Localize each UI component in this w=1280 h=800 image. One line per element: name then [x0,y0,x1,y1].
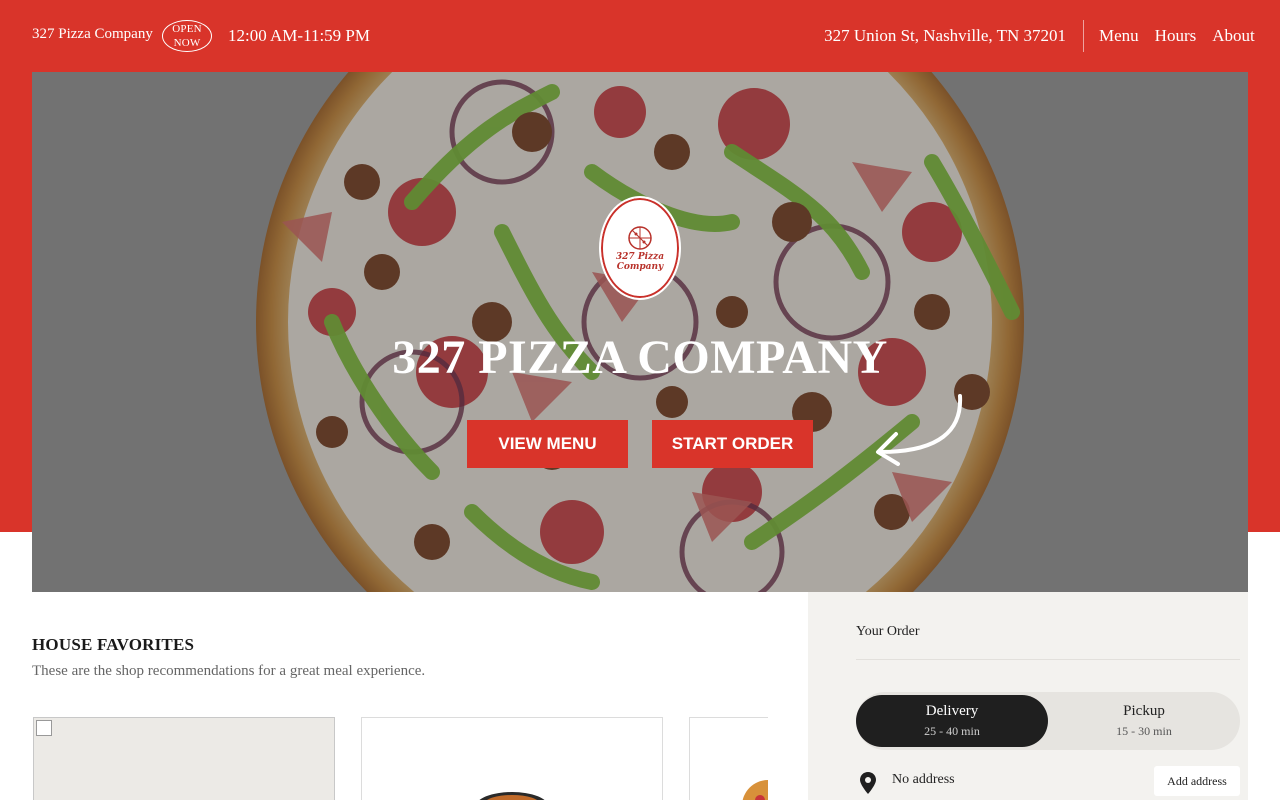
favorites-carousel [0,717,768,800]
brand-name[interactable]: 327 Pizza Company [32,26,153,43]
top-header: 327 Pizza Company OPEN NOW 12:00 AM-11:5… [0,0,1280,72]
nav-hours-link[interactable]: Hours [1155,26,1197,46]
delivery-option[interactable]: Delivery 25 - 40 min [856,695,1048,747]
favorite-item-card[interactable] [361,717,663,800]
main-nav: Menu Hours About [1099,26,1255,46]
location-pin-icon [860,772,876,794]
hero-banner: 327 Pizza Company 327 PIZZA COMPANY VIEW… [32,72,1248,592]
open-badge-line-2: NOW [173,37,201,49]
your-order-title: Your Order [856,624,920,639]
pickup-time: 15 - 30 min [1116,724,1172,738]
restaurant-logo: 327 Pizza Company [599,196,681,300]
order-panel: Your Order Delivery 25 - 40 min Pickup 1… [808,592,1248,800]
broken-image-icon [36,720,52,736]
dish-image [479,792,545,800]
nav-menu-link[interactable]: Menu [1099,26,1139,46]
header-divider [1083,20,1084,52]
pickup-option[interactable]: Pickup 15 - 30 min [1048,695,1240,747]
hero-title: 327 PIZZA COMPANY [392,331,888,384]
favorite-item-card[interactable] [33,717,335,800]
address-status: No address [892,772,955,787]
dish-image [742,780,768,800]
logo-text: 327 Pizza Company [615,252,665,272]
delivery-time: 25 - 40 min [924,724,980,738]
house-favorites-title: HOUSE FAVORITES [32,635,195,654]
delivery-address-row: No address Add address [856,766,1240,800]
open-badge-line-1: OPEN [172,23,202,35]
fulfillment-toggle: Delivery 25 - 40 min Pickup 15 - 30 min [856,692,1240,750]
start-order-button[interactable]: START ORDER [652,420,813,468]
favorite-item-card[interactable] [689,717,768,800]
pickup-label: Pickup [1123,703,1165,719]
pizza-slice-icon [628,226,652,250]
view-menu-button[interactable]: VIEW MENU [467,420,628,468]
order-divider [856,659,1240,660]
open-now-badge: OPEN NOW [162,20,212,52]
curved-arrow-icon [876,394,963,466]
store-address[interactable]: 327 Union St, Nashville, TN 37201 [824,26,1066,46]
add-address-button[interactable]: Add address [1154,766,1240,796]
opening-hours: 12:00 AM-11:59 PM [228,26,371,45]
house-favorites-subtitle: These are the shop recommendations for a… [32,663,426,679]
delivery-label: Delivery [925,703,979,719]
nav-about-link[interactable]: About [1212,26,1255,46]
